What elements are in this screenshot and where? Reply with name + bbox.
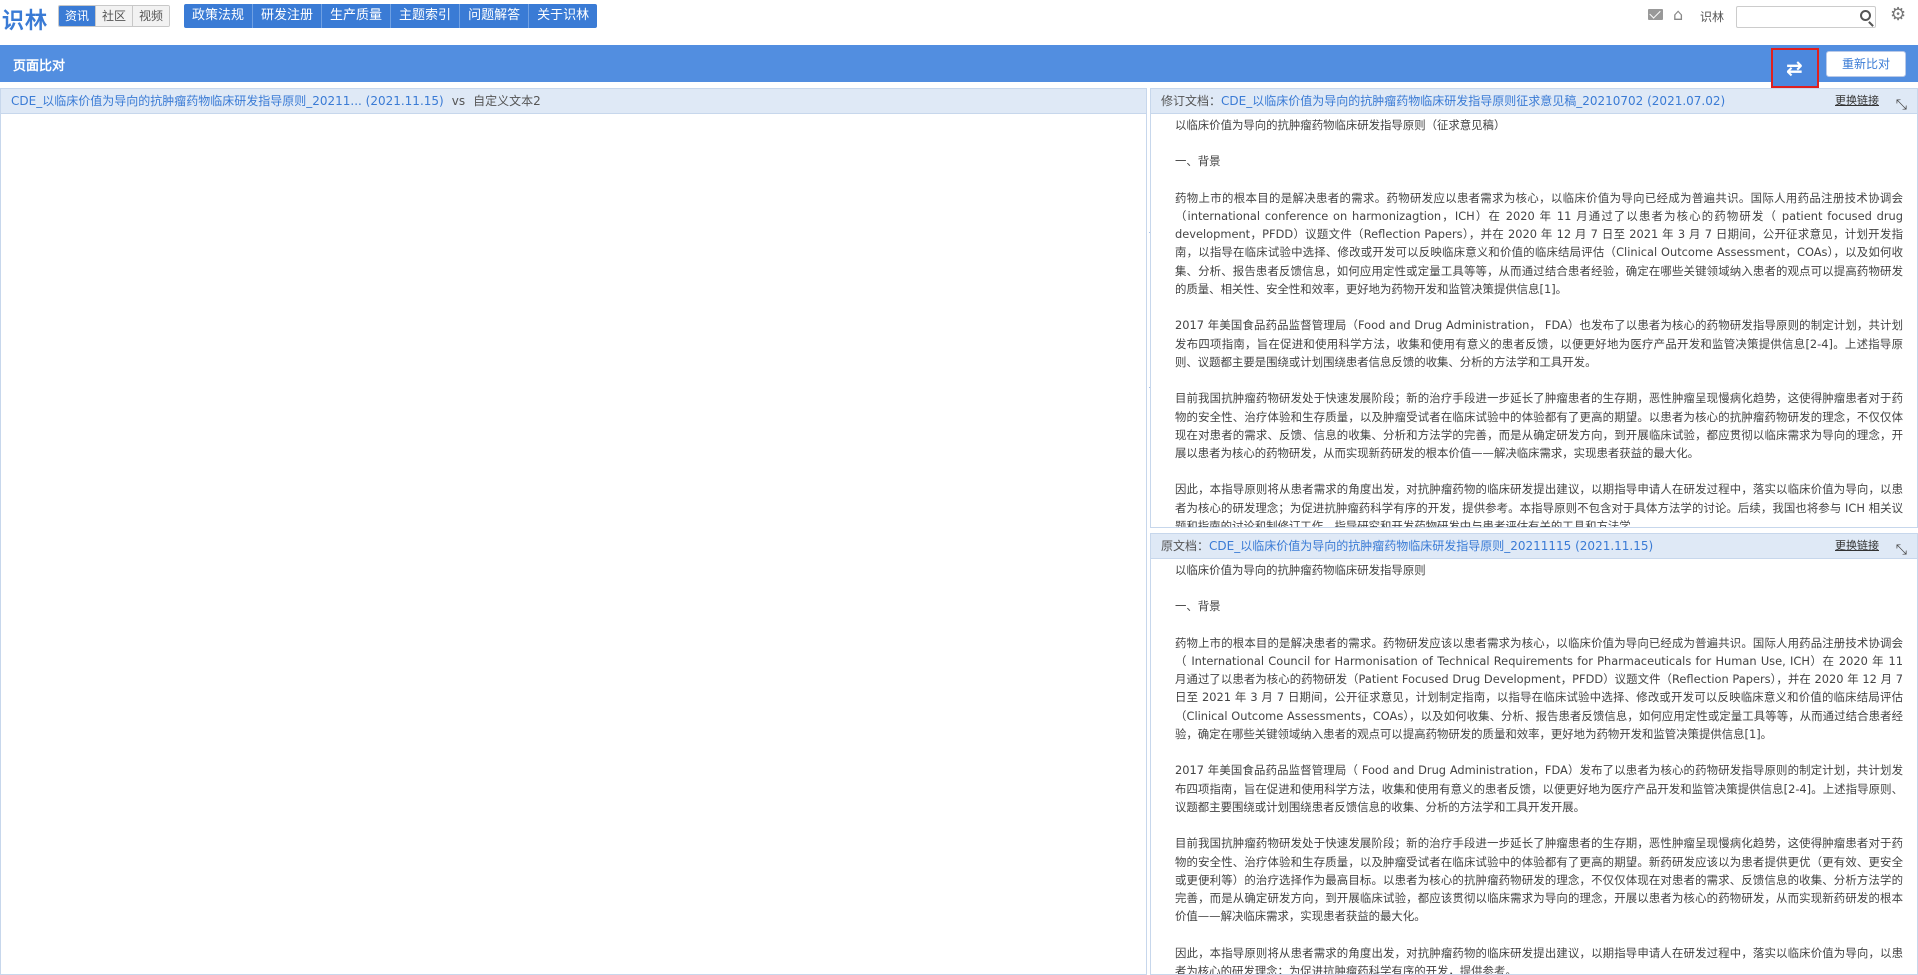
search-icon[interactable] <box>1860 10 1871 21</box>
revised-document-content: 以临床价值为导向的抗肿瘤药物临床研发指导原则（征求意见稿） 一、背景 药物上市的… <box>1151 114 1917 528</box>
paragraph: 因此，本指导原则将从患者需求的角度出发，对抗肿瘤药物的临床研发提出建议，以期指导… <box>1175 945 1903 975</box>
tab-news[interactable]: 资讯 <box>59 6 97 26</box>
paragraph: 药物上市的根本目的是解决患者的需求。药物研发应以患者需求为核心，以临床价值为导向… <box>1175 190 1903 297</box>
revised-document-link[interactable]: CDE_以临床价值为导向的抗肿瘤药物临床研发指导原则征求意见稿_20210702… <box>1221 94 1725 108</box>
nav-item-production-quality[interactable]: 生产质量 <box>322 4 392 28</box>
home-icon[interactable]: ⌂ <box>1673 5 1683 24</box>
original-document-content: 以临床价值为导向的抗肿瘤药物临床研发指导原则 一、背景 药物上市的根本目的是解决… <box>1151 559 1917 975</box>
search-input[interactable] <box>1736 6 1876 28</box>
original-document-header: 原文档：CDE_以临床价值为导向的抗肿瘤药物临床研发指导原则_20211115 … <box>1151 534 1917 559</box>
mail-icon[interactable] <box>1648 9 1663 20</box>
comparison-header: CDE_以临床价值为导向的抗肿瘤药物临床研发指导原则_20211... (202… <box>1 89 1146 114</box>
expand-icon[interactable]: ⤡ <box>1896 538 1907 562</box>
vs-label: vs <box>451 94 466 108</box>
paragraph: 2017 年美国食品药品监督管理局（Food and Drug Administ… <box>1175 318 1903 369</box>
main-nav: 政策法规 研发注册 生产质量 主题索引 问题解答 关于识林 <box>184 4 598 28</box>
gear-icon[interactable]: ⚙ <box>1890 4 1906 25</box>
section-heading: 一、背景 <box>1175 154 1221 169</box>
site-logo[interactable]: 识林 <box>2 3 48 35</box>
channel-tabs: 资讯 社区 视频 <box>58 5 171 27</box>
revised-label: 修订文档： <box>1161 94 1222 108</box>
top-navigation-bar: 识林 资讯 社区 视频 政策法规 研发注册 生产质量 主题索引 问题解答 关于识… <box>0 0 1918 34</box>
paragraph: 2017 年美国食品药品监督管理局（ Food and Drug Adminis… <box>1175 763 1903 814</box>
tab-video[interactable]: 视频 <box>133 6 170 26</box>
recompare-button[interactable]: 重新比对 <box>1826 51 1906 77</box>
revised-document-panel: 修订文档：CDE_以临床价值为导向的抗肿瘤药物临床研发指导原则征求意见稿_202… <box>1150 88 1918 528</box>
paragraph: 因此，本指导原则将从患者需求的角度出发，对抗肿瘤药物的临床研发提出建议，以期指导… <box>1175 482 1903 528</box>
compared-document-link[interactable]: CDE_以临床价值为导向的抗肿瘤药物临床研发指导原则_20211... (202… <box>11 94 444 108</box>
nav-item-about[interactable]: 关于识林 <box>529 4 597 28</box>
document-title: 以临床价值为导向的抗肿瘤药物临床研发指导原则（征求意见稿） <box>1175 118 1506 132</box>
site-name-link[interactable]: 识林 <box>1700 8 1724 25</box>
document-title: 以临床价值为导向的抗肿瘤药物临床研发指导原则 <box>1175 563 1426 577</box>
page-title: 页面比对 <box>13 59 66 74</box>
comparison-result-panel: CDE_以临床价值为导向的抗肿瘤药物临床研发指导原则_20211... (202… <box>0 88 1147 975</box>
paragraph: 药物上市的根本目的是解决患者的需求。药物研发应该以患者需求为核心，以临床价值为导… <box>1175 635 1903 742</box>
paragraph: 目前我国抗肿瘤药物研发处于快速发展阶段；新的治疗手段进一步延长了肿瘤患者的生存期… <box>1175 836 1903 924</box>
nav-item-qa[interactable]: 问题解答 <box>460 4 530 28</box>
swap-icon: ⇄ <box>1786 56 1803 80</box>
custom-text-label: 自定义文本2 <box>473 94 541 108</box>
nav-item-topic-index[interactable]: 主题索引 <box>391 4 461 28</box>
original-label: 原文档： <box>1161 539 1210 553</box>
change-link-button[interactable]: 更换链接 <box>1835 89 1879 113</box>
nav-item-rd-registration[interactable]: 研发注册 <box>253 4 323 28</box>
section-heading: 一、背景 <box>1175 599 1221 614</box>
change-link-button[interactable]: 更换链接 <box>1835 534 1879 558</box>
original-document-link[interactable]: CDE_以临床价值为导向的抗肿瘤药物临床研发指导原则_20211115 (202… <box>1209 539 1653 553</box>
tab-community[interactable]: 社区 <box>96 6 134 26</box>
revised-document-header: 修订文档：CDE_以临床价值为导向的抗肿瘤药物临床研发指导原则征求意见稿_202… <box>1151 89 1917 114</box>
nav-item-policy[interactable]: 政策法规 <box>184 4 254 28</box>
paragraph: 目前我国抗肿瘤药物研发处于快速发展阶段；新的治疗手段进一步延长了肿瘤患者的生存期… <box>1175 391 1903 461</box>
expand-icon[interactable]: ⤡ <box>1896 93 1907 117</box>
original-document-panel: 原文档：CDE_以临床价值为导向的抗肿瘤药物临床研发指导原则_20211115 … <box>1150 533 1918 975</box>
swap-documents-button[interactable]: ⇄ <box>1771 48 1819 88</box>
page-title-bar: 页面比对 ⇄ 重新比对 <box>0 45 1918 88</box>
